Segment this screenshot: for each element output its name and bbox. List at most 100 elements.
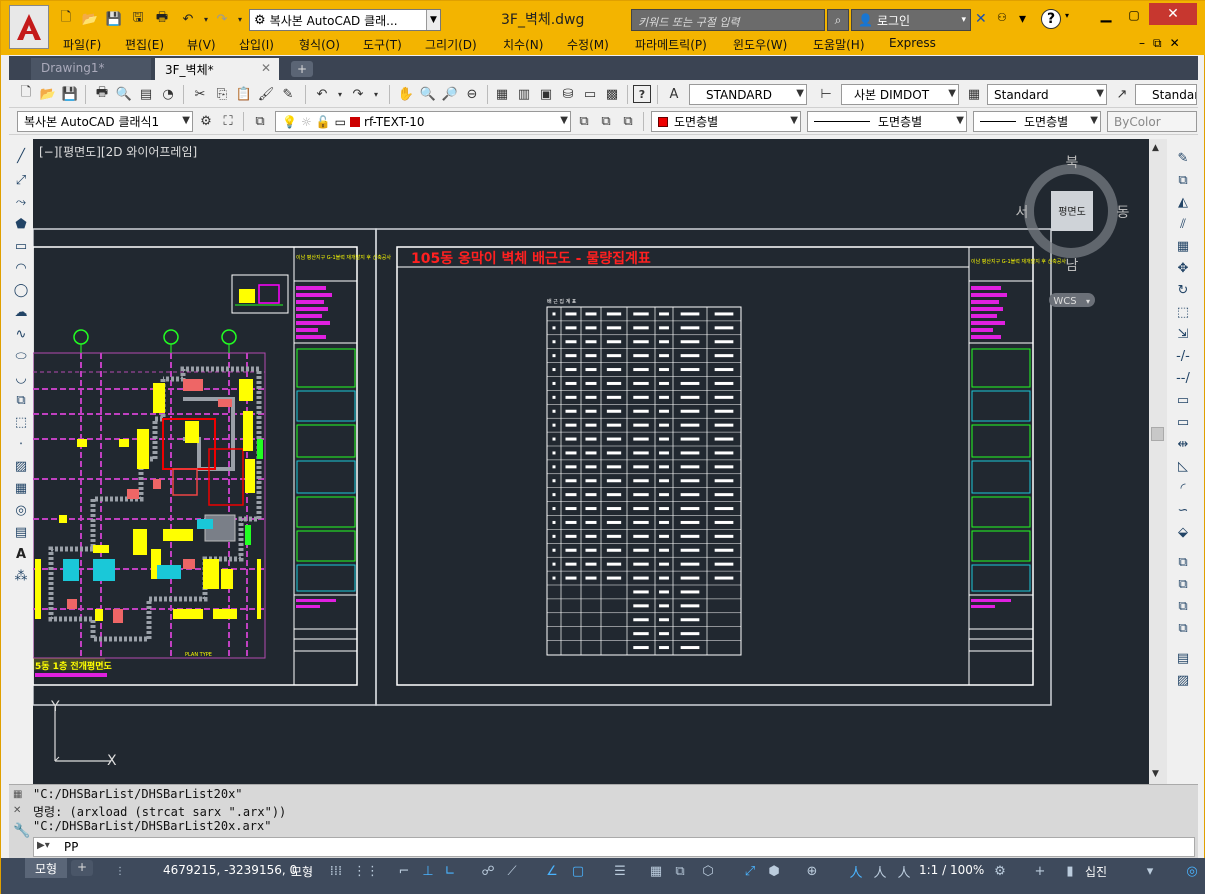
minimize-button[interactable]: ▁ <box>1093 5 1119 25</box>
menu-help[interactable]: 도움말(H) <box>813 36 865 53</box>
paste-icon[interactable]: 📋 <box>235 85 253 103</box>
chevron-down-icon[interactable]: ▼ <box>426 10 440 30</box>
table-style-select[interactable]: Standard ▼ <box>987 84 1107 105</box>
line-icon[interactable]: ╱ <box>12 147 30 165</box>
undo-icon[interactable]: ↶ <box>313 85 331 103</box>
redo-icon[interactable]: ↷ <box>349 85 367 103</box>
stay-connected-icon[interactable]: ▾ <box>1019 11 1026 27</box>
fillet-icon[interactable]: ◜ <box>1174 479 1192 497</box>
polar-icon[interactable]: ☍ <box>479 862 497 880</box>
viewport-controls[interactable]: [−][평면도][2D 와이어프레임] <box>39 143 197 160</box>
exchange-apps-icon[interactable]: ✕ <box>975 11 987 27</box>
mleader-style-select[interactable]: Standard <box>1135 84 1197 105</box>
coordinates-readout[interactable]: 4679215, -3239156, 0 <box>163 863 297 877</box>
command-prompt-icon[interactable]: ▶▾ <box>37 840 50 851</box>
text-front-icon[interactable]: ▤ <box>1174 649 1192 667</box>
menu-view[interactable]: 뷰(V) <box>187 36 216 53</box>
make-block-icon[interactable]: ⬚ <box>12 413 30 431</box>
redo-dropdown-icon[interactable]: ▾ <box>231 10 249 28</box>
point-icon[interactable]: ⋅ <box>12 435 30 453</box>
dim-style-select[interactable]: 사본 DIMDOT ▼ <box>841 84 959 105</box>
viewcube-north[interactable]: 북 <box>1066 155 1079 171</box>
help-dropdown-icon[interactable]: ▾ <box>1065 11 1069 20</box>
annotation-visibility-icon[interactable]: ⼈ <box>847 862 865 881</box>
table-icon[interactable]: ▤ <box>12 523 30 541</box>
viewcube-face[interactable]: 평면도 <box>1058 206 1086 218</box>
menu-parametric[interactable]: 파라메트릭(P) <box>635 36 707 53</box>
close-command-icon[interactable]: ✕ <box>13 805 21 816</box>
menu-modify[interactable]: 수정(M) <box>567 36 609 53</box>
grid-icon[interactable]: ⁞⁞⁞ <box>327 862 345 880</box>
units-value[interactable]: 십진 <box>1085 863 1107 880</box>
properties-icon[interactable]: ▦ <box>493 85 511 103</box>
isometric-icon[interactable]: ⟋ <box>503 862 521 880</box>
application-menu-button[interactable] <box>9 5 49 49</box>
selection-cycling-icon[interactable]: ⧉ <box>671 862 689 880</box>
menu-express[interactable]: Express <box>889 36 936 50</box>
linetype-select[interactable]: 도면층별 ▼ <box>807 111 967 132</box>
menu-format[interactable]: 형식(O) <box>299 36 340 53</box>
plot-icon[interactable]: 🖶 <box>93 85 111 103</box>
new-file-icon[interactable]: 🗋 <box>17 85 35 103</box>
spline-icon[interactable]: ∿ <box>12 325 30 343</box>
mdi-minimize-icon[interactable]: – <box>1139 36 1153 50</box>
table-style-icon[interactable]: ▦ <box>965 85 983 103</box>
copy-icon[interactable]: ⎘ <box>213 85 231 103</box>
scale-icon[interactable]: ⬚ <box>1174 303 1192 321</box>
object-snap-icon[interactable]: ▢ <box>569 862 587 880</box>
mdi-window-controls[interactable]: –⧉✕ <box>1139 36 1188 51</box>
open-folder-icon[interactable]: 📂 <box>81 10 99 28</box>
transparency-icon[interactable]: ▦ <box>647 862 665 880</box>
gradient-icon[interactable]: ▦ <box>12 479 30 497</box>
zoom-window-icon[interactable]: 🔎 <box>441 85 459 103</box>
plot-style-select[interactable]: ByColor <box>1107 111 1197 132</box>
close-tab-icon[interactable]: ✕ <box>261 61 271 75</box>
lineweight-select[interactable]: 도면층별 ▼ <box>973 111 1101 132</box>
hatch-back-icon[interactable]: ▨ <box>1174 671 1192 689</box>
add-selected-icon[interactable]: ⁂ <box>12 567 30 585</box>
plus-icon[interactable]: + <box>1031 862 1049 880</box>
new-tab-button[interactable]: + <box>291 61 313 77</box>
bring-above-icon[interactable]: ⧉ <box>1174 597 1192 615</box>
scroll-thumb[interactable] <box>1151 427 1164 441</box>
menu-dimension[interactable]: 치수(N) <box>503 36 543 53</box>
workspace-settings-icon[interactable]: ⚙ <box>197 112 215 130</box>
3d-osnap-icon[interactable]: ⬡ <box>699 862 717 880</box>
break-icon[interactable]: ▭ <box>1174 413 1192 431</box>
command-grip-icon[interactable]: ▦ <box>13 789 22 800</box>
binoculars-icon[interactable]: ⌕ <box>827 9 849 31</box>
vertical-scrollbar[interactable]: ▲ ▼ <box>1149 139 1167 784</box>
save-icon[interactable]: 💾 <box>61 85 79 103</box>
ellipse-arc-icon[interactable]: ◡ <box>12 369 30 387</box>
insert-block-icon[interactable]: ⧉ <box>12 391 30 409</box>
dwf-icon[interactable]: ◔ <box>159 85 177 103</box>
make-current-layer-icon[interactable]: ⧉ <box>575 112 593 130</box>
object-snap-tracking-icon[interactable]: ∠ <box>543 862 561 880</box>
redo-icon[interactable]: ↷ <box>213 10 231 28</box>
undo-icon[interactable]: ↶ <box>179 10 197 28</box>
region-icon[interactable]: ◎ <box>12 501 30 519</box>
tab-drawing1[interactable]: Drawing1* <box>31 58 151 80</box>
text-style-icon[interactable]: A <box>665 85 683 103</box>
arc-icon[interactable]: ◠ <box>12 259 30 277</box>
revision-cloud-icon[interactable]: ☁ <box>12 303 30 321</box>
menu-draw[interactable]: 그리기(D) <box>425 36 477 53</box>
mirror-icon[interactable]: ◭ <box>1174 193 1192 211</box>
save-icon[interactable]: 💾 <box>105 10 123 28</box>
menu-edit[interactable]: 편집(E) <box>125 36 164 53</box>
layer-properties-icon[interactable]: ⧉ <box>251 112 269 130</box>
menu-insert[interactable]: 삽입(I) <box>239 36 274 53</box>
workspace-select[interactable]: 복사본 AutoCAD 클래식1 ▼ <box>17 111 193 132</box>
array-icon[interactable]: ▦ <box>1174 237 1192 255</box>
mleader-style-icon[interactable]: ↗ <box>1113 85 1131 103</box>
draw-order-back-icon[interactable]: ⧉ <box>1174 575 1192 593</box>
extend-icon[interactable]: --/ <box>1174 369 1192 387</box>
publish-icon[interactable]: ▤ <box>137 85 155 103</box>
polyline-icon[interactable]: ⤳ <box>12 193 30 211</box>
menu-tools[interactable]: 도구(T) <box>363 36 402 53</box>
scroll-down-icon[interactable]: ▼ <box>1152 769 1159 779</box>
model-space-canvas[interactable]: PLAN TYPE 5동 1층 전개평면도 이남 평산지구 G-1블럭 재개발지… <box>33 139 1149 784</box>
rotate-icon[interactable]: ↻ <box>1174 281 1192 299</box>
annotation-scale-value[interactable]: 1:1 / 100% <box>919 863 984 877</box>
calculator-icon[interactable]: ▩ <box>603 85 621 103</box>
